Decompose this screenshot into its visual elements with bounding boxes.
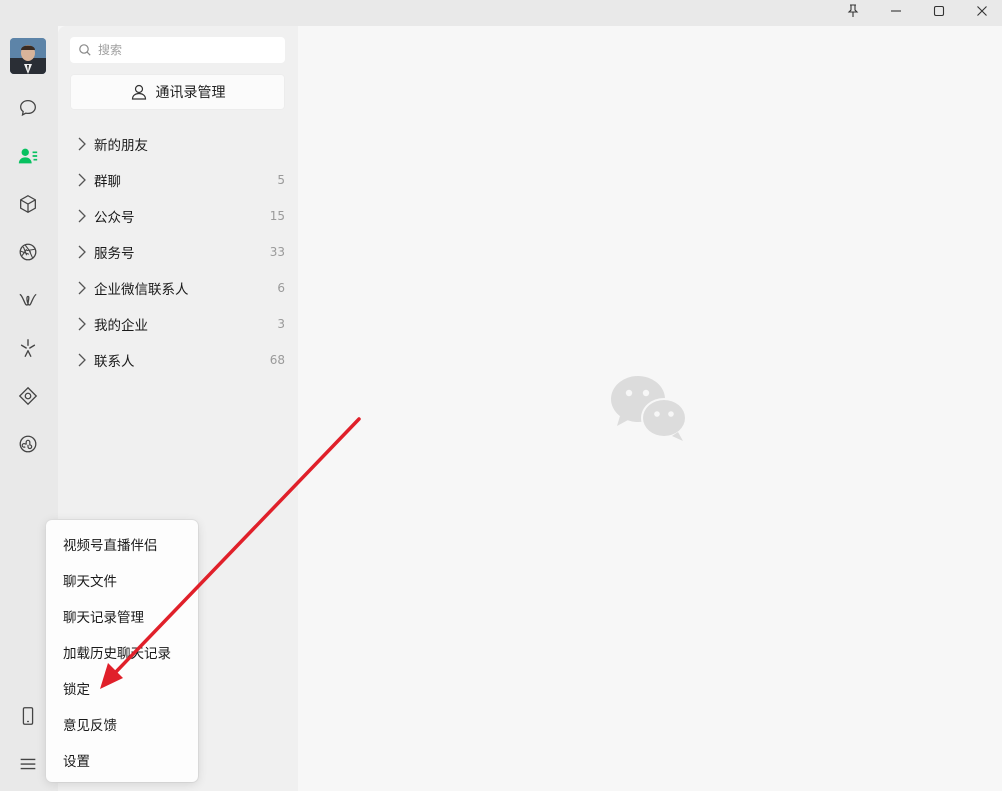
- menu-item-chat-files[interactable]: 聊天文件: [46, 562, 198, 598]
- group-label: 新的朋友: [94, 138, 148, 154]
- close-icon[interactable]: [962, 0, 1002, 22]
- menu-item-chat-history-manage[interactable]: 聊天记录管理: [46, 598, 198, 634]
- chevron-right-icon: [78, 281, 86, 295]
- menu-item-load-history[interactable]: 加载历史聊天记录: [46, 634, 198, 670]
- contacts-manage-button[interactable]: 通讯录管理: [70, 74, 285, 110]
- group-label: 企业微信联系人: [94, 282, 189, 298]
- pin-icon[interactable]: [833, 0, 873, 22]
- contacts-manage-label: 通讯录管理: [155, 85, 226, 101]
- person-icon: [131, 84, 146, 100]
- group-label: 公众号: [94, 210, 135, 226]
- group-count: 3: [277, 317, 285, 331]
- group-count: 15: [269, 209, 285, 223]
- menu-item-settings[interactable]: 设置: [46, 742, 198, 778]
- group-count: 68: [269, 353, 285, 367]
- group-my-company[interactable]: 我的企业 3: [58, 306, 298, 342]
- chevron-right-icon: [78, 209, 86, 223]
- group-count: 5: [277, 173, 285, 187]
- group-contacts[interactable]: 联系人 68: [58, 342, 298, 378]
- search-square-icon[interactable]: [14, 382, 42, 410]
- group-count: 6: [277, 281, 285, 295]
- discover-icon[interactable]: [14, 334, 42, 362]
- group-official-accounts[interactable]: 公众号 15: [58, 198, 298, 234]
- group-wecom-contacts[interactable]: 企业微信联系人 6: [58, 270, 298, 306]
- favorites-icon[interactable]: [14, 190, 42, 218]
- group-new-friends[interactable]: 新的朋友: [58, 126, 298, 162]
- menu-item-live-companion[interactable]: 视频号直播伴侣: [46, 526, 198, 562]
- group-label: 联系人: [94, 354, 135, 370]
- minimize-icon[interactable]: [876, 0, 916, 22]
- menu-item-feedback[interactable]: 意见反馈: [46, 706, 198, 742]
- chevron-right-icon: [78, 245, 86, 259]
- more-menu: 视频号直播伴侣 聊天文件 聊天记录管理 加载历史聊天记录 锁定 意见反馈 设置: [46, 520, 198, 782]
- search-input[interactable]: [98, 43, 278, 57]
- contacts-icon[interactable]: [14, 142, 42, 170]
- wechat-logo-icon: [611, 376, 687, 441]
- group-count: 33: [269, 245, 285, 259]
- search-icon: [79, 44, 91, 56]
- menu-icon[interactable]: [14, 750, 42, 778]
- title-bar: [0, 0, 1002, 26]
- group-label: 我的企业: [94, 318, 148, 334]
- chevron-right-icon: [78, 173, 86, 187]
- group-group-chats[interactable]: 群聊 5: [58, 162, 298, 198]
- contact-group-list: 新的朋友 群聊 5 公众号 15 服务号 33 企业微信联系人 6 我的企业 3: [58, 126, 298, 378]
- moments-icon[interactable]: [14, 238, 42, 266]
- group-label: 服务号: [94, 246, 135, 262]
- channels-icon[interactable]: [14, 286, 42, 314]
- main-content-area: [298, 26, 1002, 791]
- maximize-icon[interactable]: [919, 0, 959, 22]
- group-label: 群聊: [94, 174, 121, 190]
- miniprogram-icon[interactable]: [14, 430, 42, 458]
- chat-icon[interactable]: [14, 94, 42, 122]
- chevron-right-icon: [78, 137, 86, 151]
- menu-item-lock[interactable]: 锁定: [46, 670, 198, 706]
- chevron-right-icon: [78, 353, 86, 367]
- avatar[interactable]: [10, 38, 46, 74]
- group-service-accounts[interactable]: 服务号 33: [58, 234, 298, 270]
- search-box[interactable]: [70, 37, 285, 63]
- phone-icon[interactable]: [14, 702, 42, 730]
- chevron-right-icon: [78, 317, 86, 331]
